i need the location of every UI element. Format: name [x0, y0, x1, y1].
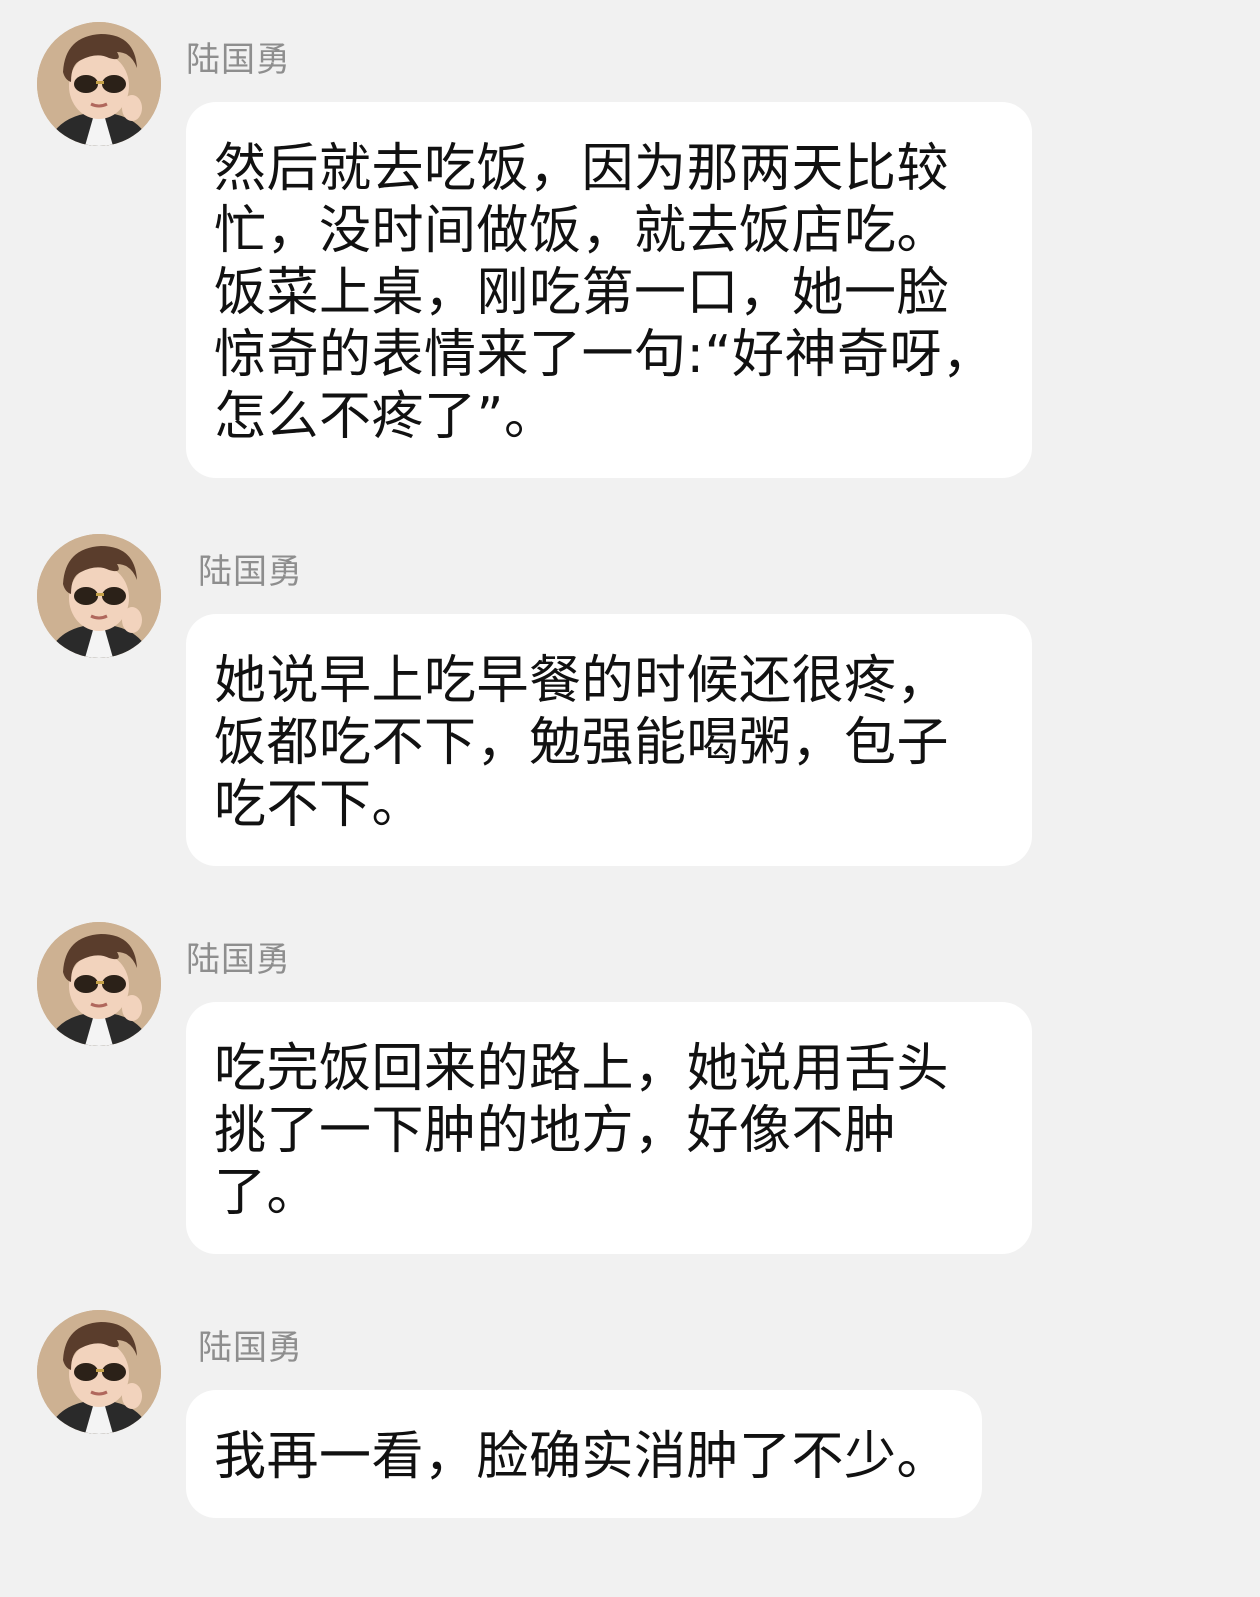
- message-bubble[interactable]: 我再一看，脸确实消肿了不少。: [186, 1390, 982, 1518]
- avatar[interactable]: [37, 1310, 161, 1434]
- message-bubble[interactable]: 她说早上吃早餐的时候还很疼， 饭都吃不下，勉强能喝粥，包子 吃不下。: [186, 614, 1032, 866]
- message-text: 我再一看，脸确实消肿了不少。: [214, 1427, 950, 1487]
- message-text: 她说早上吃早餐的时候还很疼， 饭都吃不下，勉强能喝粥，包子 吃不下。: [214, 651, 950, 835]
- message-bubble[interactable]: 然后就去吃饭，因为那两天比较 忙，没时间做饭，就去饭店吃。 饭菜上桌，刚吃第一口…: [186, 102, 1032, 478]
- sender-name: 陆国勇: [198, 552, 303, 592]
- message-text: 吃完饭回来的路上，她说用舌头 挑了一下肿的地方，好像不肿 了。: [214, 1039, 950, 1223]
- sender-name: 陆国勇: [186, 40, 291, 80]
- boy-avatar-icon: [37, 1310, 161, 1434]
- avatar[interactable]: [37, 922, 161, 1046]
- avatar[interactable]: [37, 534, 161, 658]
- avatar[interactable]: [37, 22, 161, 146]
- boy-avatar-icon: [37, 534, 161, 658]
- boy-avatar-icon: [37, 22, 161, 146]
- sender-name: 陆国勇: [186, 940, 291, 980]
- message-text: 然后就去吃饭，因为那两天比较 忙，没时间做饭，就去饭店吃。 饭菜上桌，刚吃第一口…: [214, 139, 995, 447]
- boy-avatar-icon: [37, 922, 161, 1046]
- message-bubble[interactable]: 吃完饭回来的路上，她说用舌头 挑了一下肿的地方，好像不肿 了。: [186, 1002, 1032, 1254]
- sender-name: 陆国勇: [198, 1328, 303, 1368]
